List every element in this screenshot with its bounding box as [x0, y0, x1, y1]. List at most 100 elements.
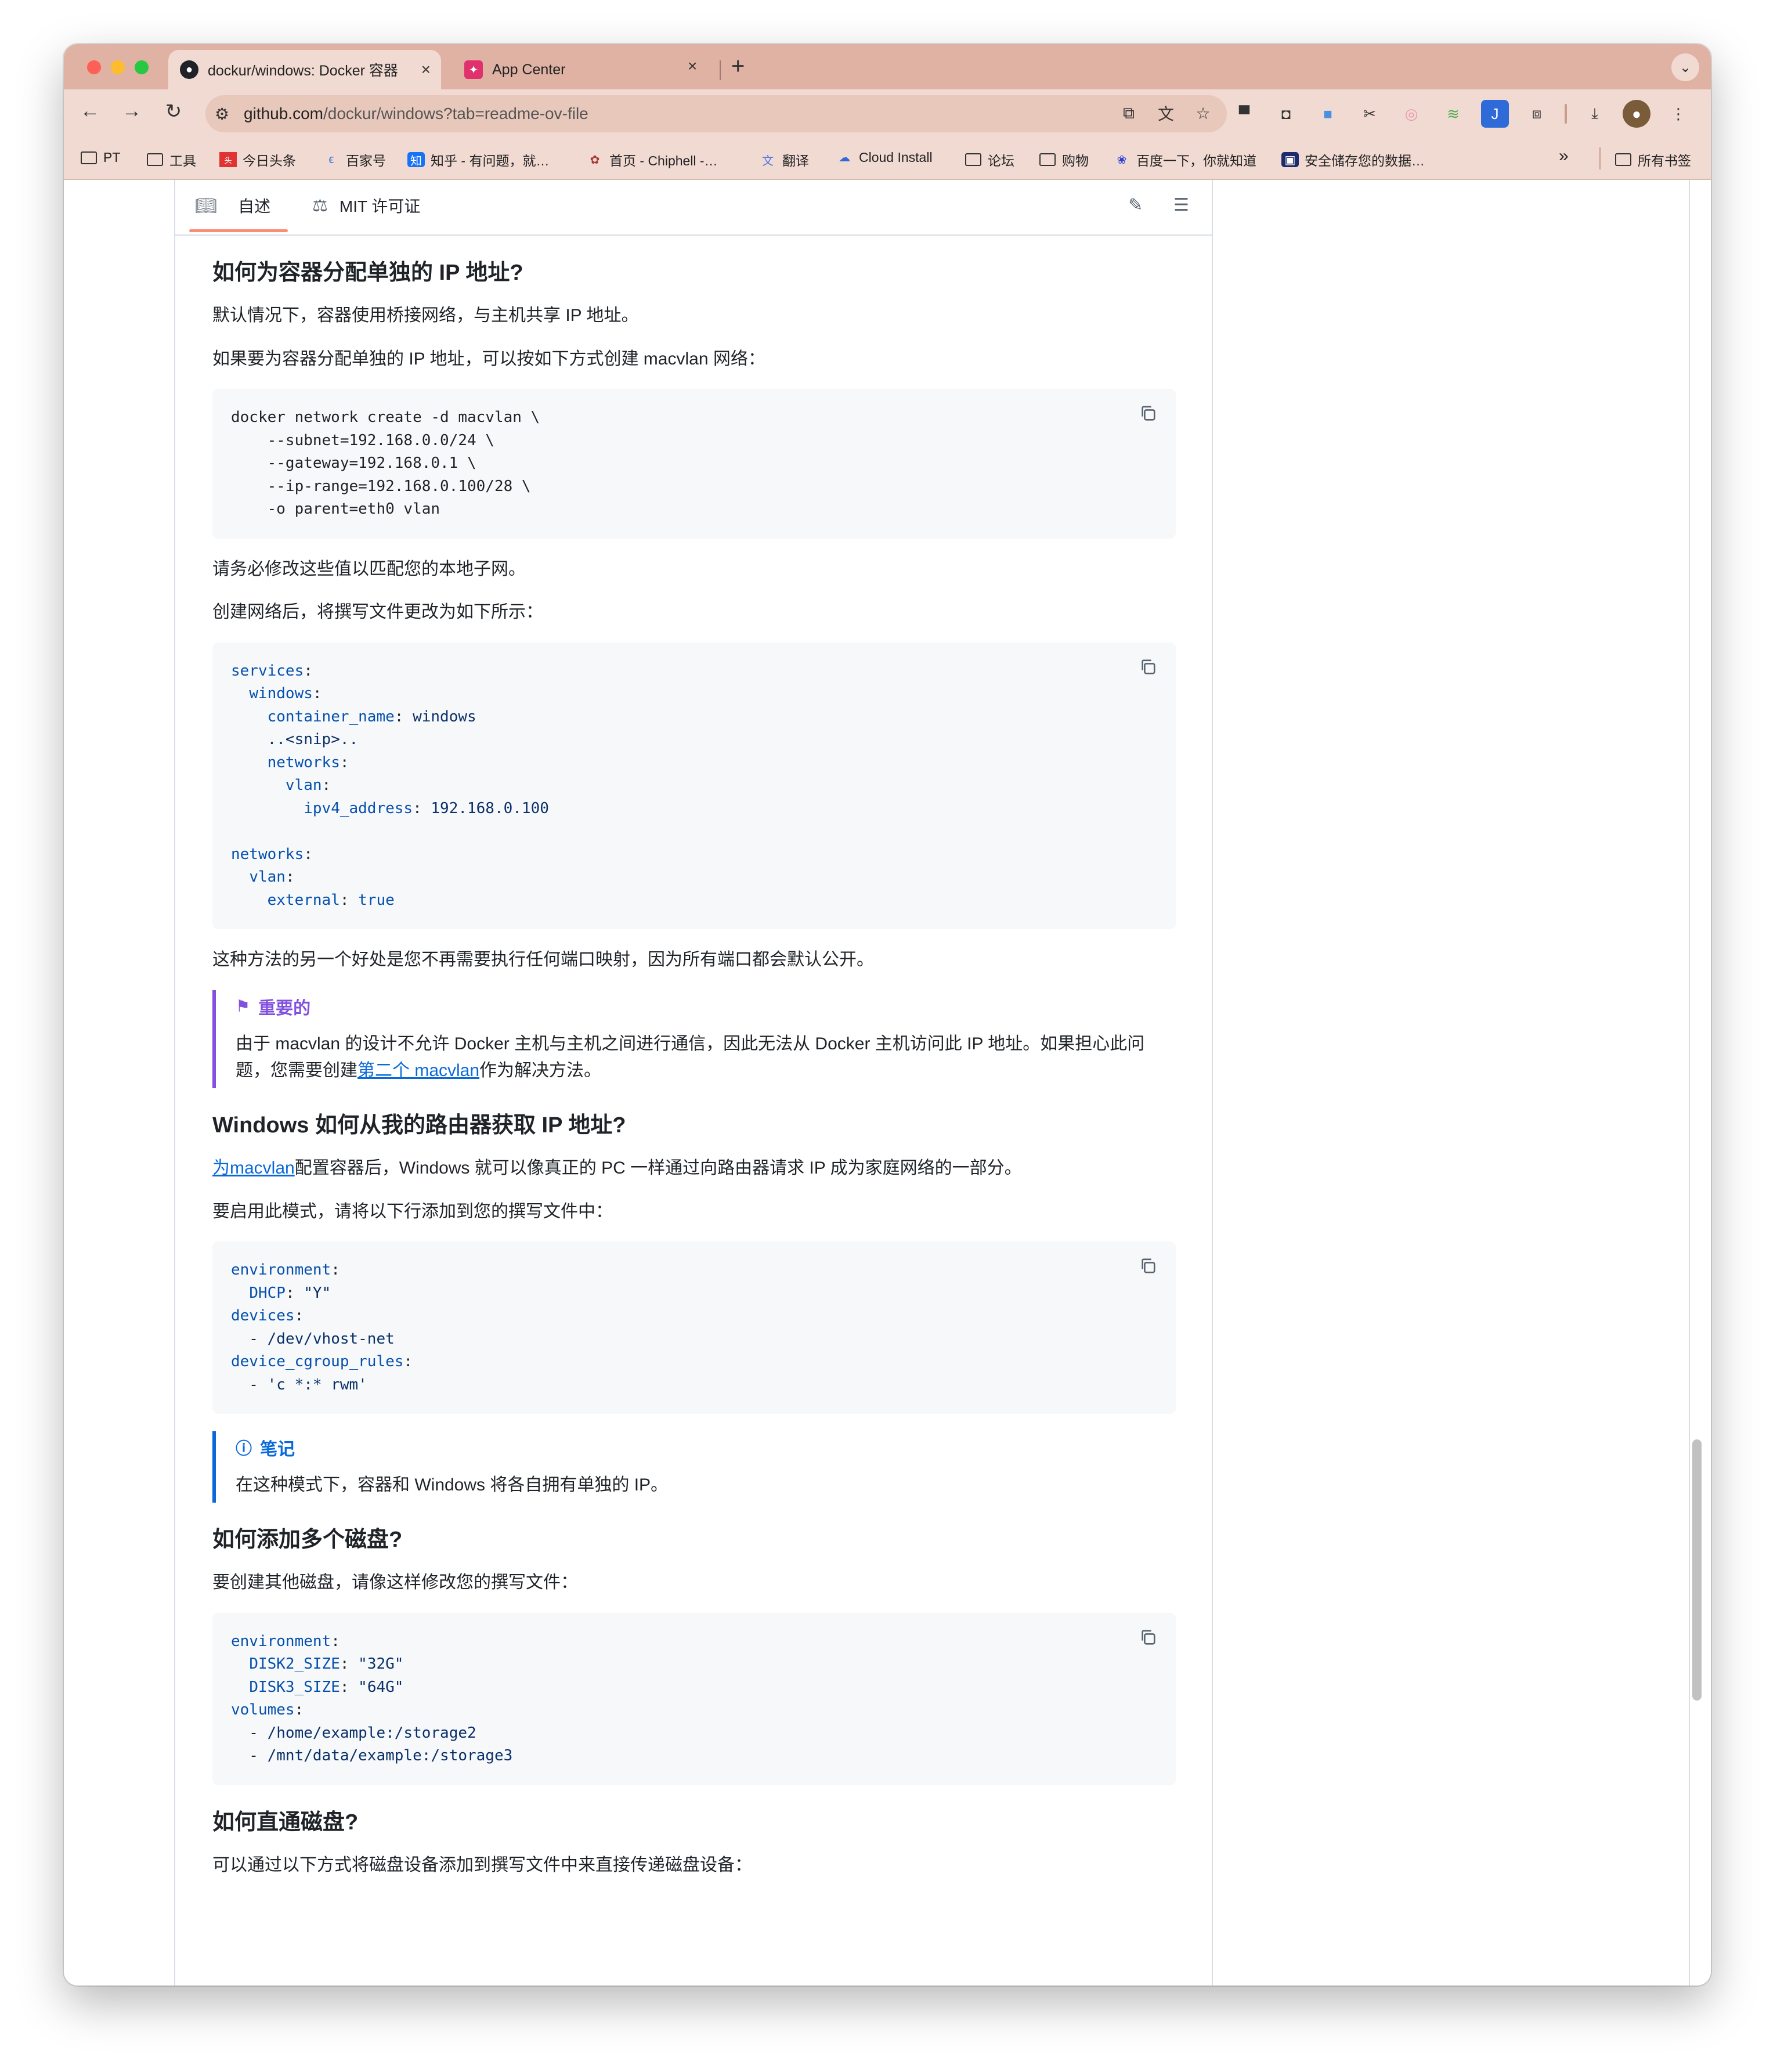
bookmark-label: 首页 - Chiphell -… [609, 153, 718, 168]
tab-title: dockur/windows: Docker 容器 [208, 63, 398, 79]
site-info-icon[interactable]: ⚙ [215, 104, 244, 124]
translate-icon: 文 [762, 154, 774, 168]
bookmark-chiphell[interactable]: ✿ 首页 - Chiphell -… [586, 150, 718, 169]
paragraph: 要启用此模式，请将以下行添加到您的撰写文件中： [212, 1201, 613, 1221]
back-button[interactable]: ← [75, 100, 104, 122]
bookmark-label: 翻译 [782, 153, 809, 168]
bookmark-label: 百度一下，你就知道 [1136, 153, 1256, 168]
bookmark-toutiao[interactable]: 头今日头条 [219, 150, 296, 169]
bookmark-star-icon[interactable]: ☆ [1191, 101, 1215, 125]
extension-scissors-icon[interactable]: ✂ [1356, 100, 1384, 128]
folder-icon [1615, 152, 1632, 167]
toolbar: ← → ↻ ⚙ github.com/dockur/windows?tab=re… [64, 89, 1711, 139]
bookmark-label: 今日头条 [243, 153, 296, 168]
translate-icon[interactable]: 文 [1154, 101, 1178, 125]
readme-header: 📖︎ 自述 ⚖ MIT 许可证 ✎ ☰ [175, 180, 1212, 236]
code-line: -o parent=eth0 vlan [231, 500, 440, 518]
more-menu-icon[interactable]: ⋮ [1664, 100, 1692, 128]
macvlan-link[interactable]: 为macvlan [212, 1158, 295, 1178]
tab-readme-label: 自述 [238, 197, 271, 215]
url-path: /dockur/windows?tab=readme-ov-file [323, 104, 588, 122]
scrollbar-thumb[interactable] [1692, 1439, 1702, 1701]
bookmarks-overflow-button[interactable]: » [1559, 146, 1569, 166]
extension-shield-icon[interactable]: ◘ [1272, 100, 1300, 128]
note-title-text: 笔记 [260, 1440, 295, 1460]
heading-dhcp: Windows 如何从我的路由器获取 IP 地址? [212, 1113, 626, 1138]
note-title: ⓘ 笔记 [236, 1435, 1176, 1460]
copy-icon[interactable] [1136, 402, 1160, 425]
app-center-icon: ✦ [464, 60, 483, 79]
all-bookmarks-folder[interactable]: 所有书签 [1615, 150, 1691, 169]
reload-button[interactable]: ↻ [159, 100, 188, 123]
chevron-down-icon: ⌄ [1679, 59, 1692, 75]
folder-icon [146, 152, 164, 167]
close-tab-icon[interactable]: × [421, 60, 431, 79]
bookmark-folder-shopping[interactable]: 购物 [1039, 150, 1089, 169]
right-border [1212, 180, 1213, 1986]
heading-separate-ip: 如何为容器分配单独的 IP 地址? [212, 261, 523, 285]
tab-search-button[interactable]: ⌄ [1671, 53, 1699, 81]
tab-github[interactable]: ● dockur/windows: Docker 容器 × [168, 50, 441, 89]
toolbar-divider [1565, 104, 1567, 124]
page-content: 📖︎ 自述 ⚖ MIT 许可证 ✎ ☰ 如何为容器分配单独的 IP 地址? 默认… [64, 180, 1711, 1986]
new-tab-button[interactable]: + [731, 53, 745, 80]
code-line: --ip-range=192.168.0.100/28 \ [231, 477, 531, 495]
tab-separator [720, 60, 721, 80]
minimize-window-button[interactable] [111, 60, 125, 74]
copy-icon[interactable] [1136, 1626, 1160, 1649]
bookmark-folder-tools[interactable]: 工具 [146, 150, 196, 169]
tab-app-center[interactable]: ✦ App Center [453, 50, 778, 89]
code-block-compose-vlan: services: windows: container_name: windo… [212, 642, 1176, 930]
dhcp-text: 配置容器后，Windows 就可以像真正的 PC 一样通过向路由器请求 IP 成… [294, 1158, 1022, 1178]
extension-layers-icon[interactable]: ≋ [1439, 100, 1467, 128]
extensions-puzzle-icon[interactable]: ⧈ [1523, 100, 1551, 128]
zoom-window-button[interactable] [135, 60, 149, 74]
address-bar[interactable]: ⚙ github.com/dockur/windows?tab=readme-o… [205, 95, 1227, 132]
bookmark-folder-forum[interactable]: 论坛 [965, 150, 1014, 169]
url-text[interactable]: github.com/dockur/windows?tab=readme-ov-… [244, 104, 588, 123]
extension-cloud-icon[interactable]: ■ [1314, 100, 1342, 128]
bookmark-baidu[interactable]: ❀ 百度一下，你就知道 [1113, 150, 1256, 169]
copy-icon[interactable] [1136, 655, 1160, 678]
baijiahao-icon: ϵ [328, 153, 334, 166]
note-text: 在这种模式下，容器和 Windows 将各自拥有单独的 IP。 [236, 1475, 669, 1495]
extension-pink-icon[interactable]: ◎ [1397, 100, 1425, 128]
second-macvlan-link[interactable]: 第二个 macvlan [357, 1061, 479, 1080]
book-icon: 📖︎ [195, 196, 218, 215]
bookmark-cloud-install[interactable]: ☁ Cloud Install [836, 150, 933, 165]
bookmark-zhihu[interactable]: 知知乎 - 有问题，就… [407, 150, 549, 169]
extension-cat-icon[interactable]: ▀ [1230, 100, 1258, 128]
copy-icon[interactable] [1136, 1254, 1160, 1277]
forward-button[interactable]: → [117, 100, 146, 122]
tab-license[interactable]: ⚖ MIT 许可证 [312, 194, 420, 217]
bookmark-translate[interactable]: 文翻译 [759, 150, 809, 169]
extension-j-icon[interactable]: J [1481, 100, 1509, 128]
bookmark-baijiahao[interactable]: ϵ 百家号 [323, 150, 386, 169]
edit-pencil-icon[interactable]: ✎ [1128, 195, 1143, 215]
paragraph: 可以通过以下方式将磁盘设备添加到撰写文件中来直接传递磁盘设备： [212, 1856, 752, 1875]
arrow-right-icon: → [122, 100, 142, 122]
bookmark-secure-storage[interactable]: ▣ 安全储存您的数据… [1281, 150, 1425, 169]
open-external-icon[interactable]: ⧉ [1117, 101, 1141, 125]
code-line: --gateway=192.168.0.1 \ [231, 454, 476, 472]
url-host: github.com [244, 104, 323, 122]
window-controls [87, 60, 149, 74]
close-tab-icon[interactable]: × [688, 57, 697, 75]
paragraph: 为macvlan配置容器后，Windows 就可以像真正的 PC 一样通过向路由… [212, 1155, 1176, 1182]
tab-readme[interactable]: 📖︎ 自述 [189, 194, 288, 232]
paragraph: 请务必修改这些值以匹配您的本地子网。 [212, 559, 526, 579]
download-icon[interactable]: ⤓ [1581, 100, 1609, 128]
profile-avatar[interactable]: ● [1623, 100, 1650, 128]
paragraph: 要创建其他磁盘，请像这样修改您的撰写文件： [212, 1573, 578, 1593]
reload-icon: ↻ [165, 100, 182, 122]
paragraph: 默认情况下，容器使用桥接网络，与主机共享 IP 地址。 [212, 306, 639, 326]
address-bar-actions: ⧉ 文 ☆ [1117, 101, 1215, 125]
close-window-button[interactable] [87, 60, 101, 74]
tab-license-label: MIT 许可证 [339, 197, 421, 215]
bookmark-folder-pt[interactable]: PT [80, 150, 120, 165]
extensions-bar: ▀ ◘ ■ ✂ ◎ ≋ J ⧈ ⤓ ● ⋮ [1230, 100, 1692, 128]
readme-article: 如何为容器分配单独的 IP 地址? 默认情况下，容器使用桥接网络，与主机共享 I… [212, 236, 1176, 1896]
paragraph: 如果要为容器分配单独的 IP 地址，可以按如下方式创建 macvlan 网络： [212, 349, 765, 369]
storage-icon: ▣ [1281, 152, 1299, 167]
outline-list-icon[interactable]: ☰ [1173, 195, 1189, 215]
